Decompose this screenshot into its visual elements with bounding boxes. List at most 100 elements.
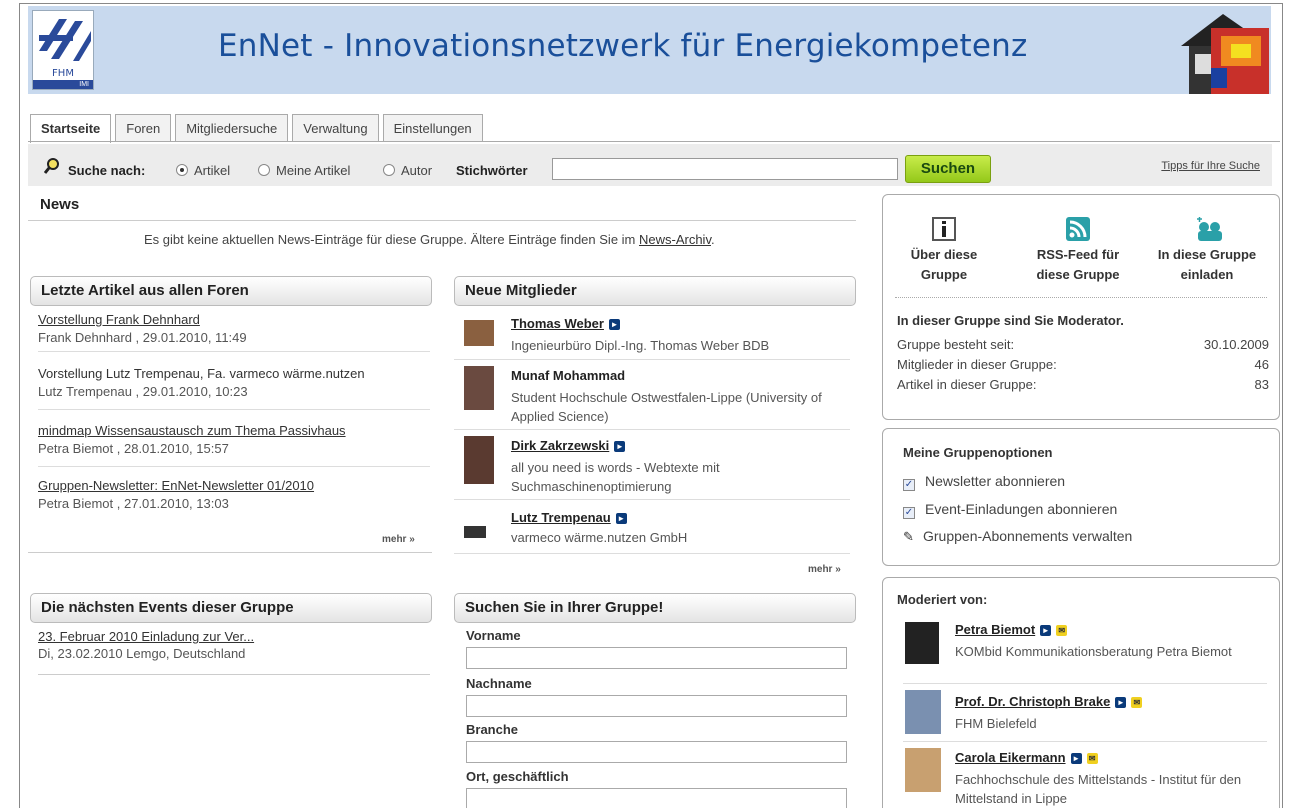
articles-heading: Letzte Artikel aus allen Foren [30,276,432,306]
tab-verwaltung[interactable]: Verwaltung [292,114,379,142]
article-title-link[interactable]: Vorstellung Frank Dehnhard [38,312,430,327]
rss-line1[interactable]: RSS-Feed für [1023,245,1133,265]
member-name-link[interactable]: Thomas Weber ► [511,316,620,331]
search-label: Suche nach: [68,163,146,178]
profile-icon[interactable]: ► [614,441,626,453]
news-divider [28,220,856,221]
radio-autor[interactable] [383,164,395,176]
moderator-name[interactable]: Petra Biemot [955,622,1035,637]
avatar[interactable] [905,690,941,734]
news-heading: News [40,196,80,213]
member-desc: Ingenieurbüro Dipl.-Ing. Thomas Weber BD… [511,338,770,353]
news-message: Es gibt keine aktuellen News-Einträge fü… [144,232,639,247]
checkbox-events[interactable]: ✓ [903,507,915,519]
city-label: Ort, geschäftlich [466,769,569,784]
stat-row: Artikel in dieser Gruppe: 83 [897,377,1269,392]
article-meta: Lutz Trempenau , 29.01.2010, 10:23 [38,384,248,399]
event-title-link[interactable]: 23. Februar 2010 Einladung zur Ver... [38,629,430,644]
edit-icon: ✎ [903,529,914,544]
rss-feed-button[interactable]: RSS-Feed für diese Gruppe [1023,217,1133,285]
member-name-link[interactable]: Dirk Zakrzewski ► [511,438,626,453]
tab-mitgliedersuche[interactable]: Mitgliedersuche [175,114,289,142]
radio-artikel-label[interactable]: Artikel [194,163,230,178]
option-events-label[interactable]: Event-Einladungen abonnieren [925,501,1117,517]
message-icon[interactable]: ✉ [1131,697,1143,709]
option-newsletter-label[interactable]: Newsletter abonnieren [925,473,1065,489]
event-item: 23. Februar 2010 Einladung zur Ver... Di… [38,629,430,675]
invite-line1[interactable]: In diese Gruppe [1145,245,1269,265]
invite-button[interactable]: In diese Gruppe einladen [1145,217,1269,285]
tab-divider [28,141,1280,142]
moderator-name[interactable]: Carola Eikermann [955,750,1066,765]
article-title-link[interactable]: Vorstellung Lutz Trempenau, Fa. varmeco … [38,366,430,381]
members-more-link[interactable]: mehr » [808,564,841,575]
tab-einstellungen[interactable]: Einstellungen [382,114,483,142]
about-group-line2[interactable]: Gruppe [901,265,987,285]
invite-line2[interactable]: einladen [1145,265,1269,285]
manage-subscriptions-link[interactable]: ✎ Gruppen-Abonnements verwalten [903,528,1132,545]
moderator-name-link[interactable]: Prof. Dr. Christoph Brake ► ✉ [955,694,1143,709]
member-name[interactable]: Lutz Trempenau [511,510,611,525]
stat-row: Gruppe besteht seit: 30.10.2009 [897,337,1269,352]
member-desc: all you need is words - Webtexte mit Suc… [511,460,720,494]
member-name[interactable]: Thomas Weber [511,316,604,331]
member-name[interactable]: Dirk Zakrzewski [511,438,609,453]
member-name[interactable]: Munaf Mohammad [511,368,625,383]
profile-icon[interactable]: ► [1070,753,1082,765]
logo-text: FHM [52,68,74,79]
about-group-line1[interactable]: Über diese [901,245,987,265]
moderator-name[interactable]: Prof. Dr. Christoph Brake [955,694,1110,709]
message-icon[interactable]: ✉ [1056,625,1068,637]
news-archive-link[interactable]: News-Archiv [639,232,711,247]
options-heading: Meine Gruppenoptionen [903,445,1053,460]
industry-label: Branche [466,722,519,737]
profile-icon[interactable]: ► [615,513,627,525]
article-title-link[interactable]: mindmap Wissensaustausch zum Thema Passi… [38,423,430,438]
events-heading: Die nächsten Events dieser Gruppe [30,593,432,623]
moderator-item: Carola Eikermann ► ✉ Fachhochschule des Mi… [903,744,1267,808]
articles-more-link[interactable]: mehr » [382,534,415,545]
about-group-button[interactable]: Über diese Gruppe [901,217,987,285]
radio-autor-label[interactable]: Autor [401,163,432,178]
profile-icon[interactable]: ► [1040,625,1052,637]
article-item: mindmap Wissensaustausch zum Thema Passi… [38,423,430,467]
industry-input[interactable] [466,741,847,763]
article-meta: Petra Biemot , 27.01.2010, 13:03 [38,496,229,511]
member-name-link[interactable]: Lutz Trempenau ► [511,510,627,525]
search-tips-link[interactable]: Tipps für Ihre Suche [1161,160,1260,172]
city-input[interactable] [466,788,847,808]
avatar[interactable] [464,526,486,538]
manage-subscriptions-label[interactable]: Gruppen-Abonnements verwalten [923,528,1132,544]
logo-graphic-icon [39,19,91,61]
article-item: Gruppen-Newsletter: EnNet-Newsletter 01/… [38,478,430,522]
avatar[interactable] [464,366,494,410]
moderator-item: Petra Biemot ► ✉ KOMbid Kommunikationsbera… [903,620,1267,684]
profile-icon[interactable]: ► [608,319,620,331]
house-thermal-image [1161,6,1271,94]
article-title-link[interactable]: Gruppen-Newsletter: EnNet-Newsletter 01/… [38,478,430,493]
moderator-name-link[interactable]: Carola Eikermann ► ✉ [955,750,1098,765]
avatar[interactable] [464,436,494,484]
tab-foren[interactable]: Foren [115,114,172,142]
keywords-input[interactable] [552,158,898,180]
radio-meine-artikel[interactable] [258,164,270,176]
tab-startseite[interactable]: Startseite [30,114,112,143]
option-events[interactable]: ✓ Event-Einladungen abonnieren [903,501,1117,519]
radio-meine-artikel-label[interactable]: Meine Artikel [276,163,350,178]
message-icon[interactable]: ✉ [1086,753,1098,765]
lastname-input[interactable] [466,695,847,717]
profile-icon[interactable]: ► [1115,697,1127,709]
option-newsletter[interactable]: ✓ Newsletter abonnieren [903,473,1065,491]
avatar[interactable] [905,748,941,792]
search-button[interactable]: Suchen [905,155,991,183]
avatar[interactable] [905,622,939,664]
radio-artikel[interactable] [176,164,188,176]
rss-line2[interactable]: diese Gruppe [1023,265,1133,285]
moderator-name-link[interactable]: Petra Biemot ► ✉ [955,622,1068,637]
article-item: Vorstellung Frank Dehnhard Frank Dehnhar… [38,312,430,352]
firstname-input[interactable] [466,647,847,669]
fhm-logo[interactable]: FHM IMI [32,10,94,90]
checkbox-newsletter[interactable]: ✓ [903,479,915,491]
avatar[interactable] [464,320,494,346]
moderator-item: Prof. Dr. Christoph Brake ► ✉ FHM Bielefel… [903,686,1267,742]
